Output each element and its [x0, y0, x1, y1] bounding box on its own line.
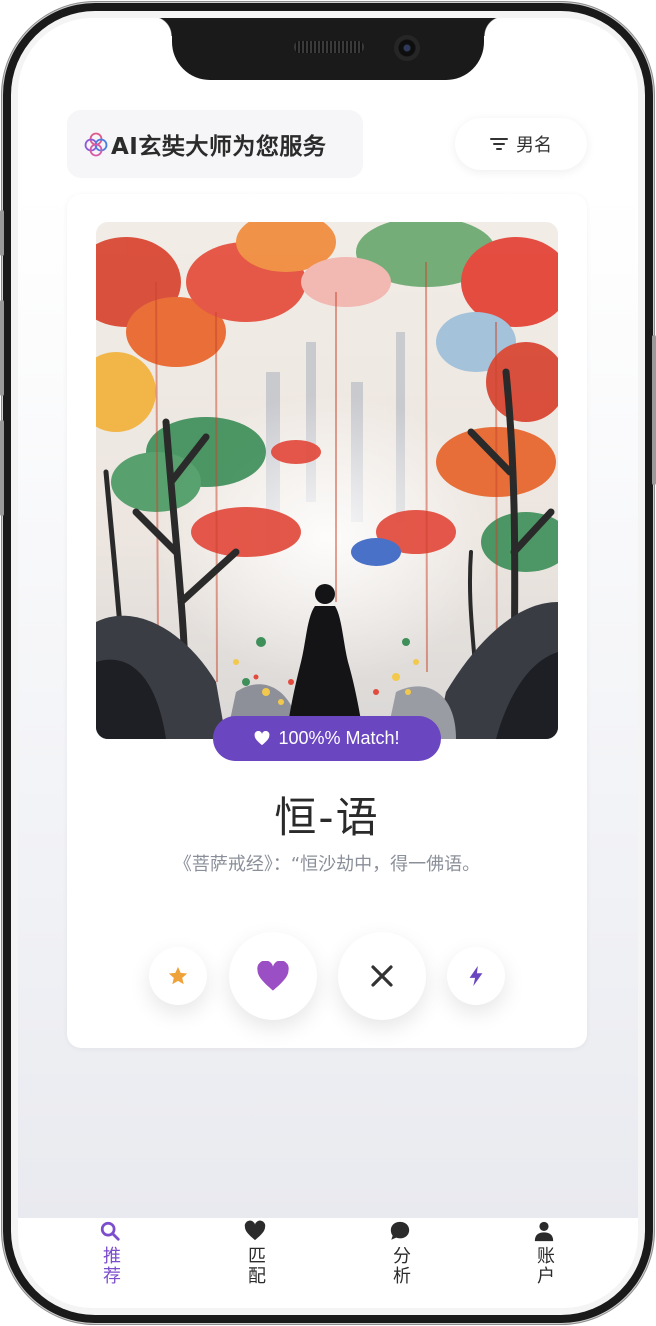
match-badge: 100%% Match! [213, 716, 441, 761]
tab-label: 账户 [534, 1246, 555, 1286]
card-artwork [96, 222, 558, 739]
heart-icon [257, 960, 289, 991]
heart-icon [255, 731, 270, 746]
tab-account[interactable]: 账户 [524, 1218, 564, 1286]
front-camera [394, 35, 420, 61]
lightning-icon [469, 965, 483, 987]
star-button[interactable] [149, 947, 207, 1005]
monk-forest-painting [96, 222, 558, 739]
power-button [652, 335, 656, 485]
filter-lines-icon [490, 138, 508, 150]
user-icon [534, 1221, 554, 1242]
notch [152, 18, 504, 80]
like-button[interactable] [229, 932, 317, 1020]
name-card: 100%% Match! 恒-语 《菩萨戒经》：“恒沙劫中，得一佛语。 [67, 194, 587, 1048]
clover-logo-icon [84, 132, 108, 157]
mute-switch [0, 210, 4, 256]
gender-filter-button[interactable]: 男名 [455, 118, 587, 170]
tab-analysis[interactable]: 分析 [380, 1218, 420, 1286]
tab-label: 推荐 [100, 1246, 121, 1286]
tab-label: 匹配 [245, 1246, 266, 1286]
app-title: AI玄奘大师为您服务 [111, 134, 327, 160]
name-quote: 《菩萨戒经》：“恒沙劫中，得一佛语。 [173, 854, 481, 875]
tab-label: 分析 [390, 1246, 411, 1286]
volume-down-button [0, 420, 4, 516]
earpiece-speaker [294, 41, 364, 53]
brand-header: AI玄奘大师为您服务 [67, 110, 363, 178]
tab-recommend[interactable]: 推荐 [90, 1218, 130, 1286]
chat-bubble-icon [390, 1221, 410, 1240]
name-title: 恒-语 [274, 793, 380, 842]
filter-label: 男名 [516, 135, 552, 156]
app-screen: AI玄奘大师为您服务 男名 100%% Match! 恒-语 《菩萨戒经》：“恒… [18, 18, 638, 1308]
dislike-button[interactable] [338, 932, 426, 1020]
heart-icon [244, 1220, 266, 1241]
boost-button[interactable] [447, 947, 505, 1005]
match-label: 100%% Match! [278, 728, 400, 748]
search-icon [100, 1221, 120, 1241]
bottom-tab-bar: 推荐 匹配 分析 账户 [18, 1218, 638, 1308]
star-icon [168, 966, 188, 985]
volume-up-button [0, 300, 4, 396]
tab-match[interactable]: 匹配 [235, 1218, 275, 1286]
close-icon [371, 965, 393, 987]
